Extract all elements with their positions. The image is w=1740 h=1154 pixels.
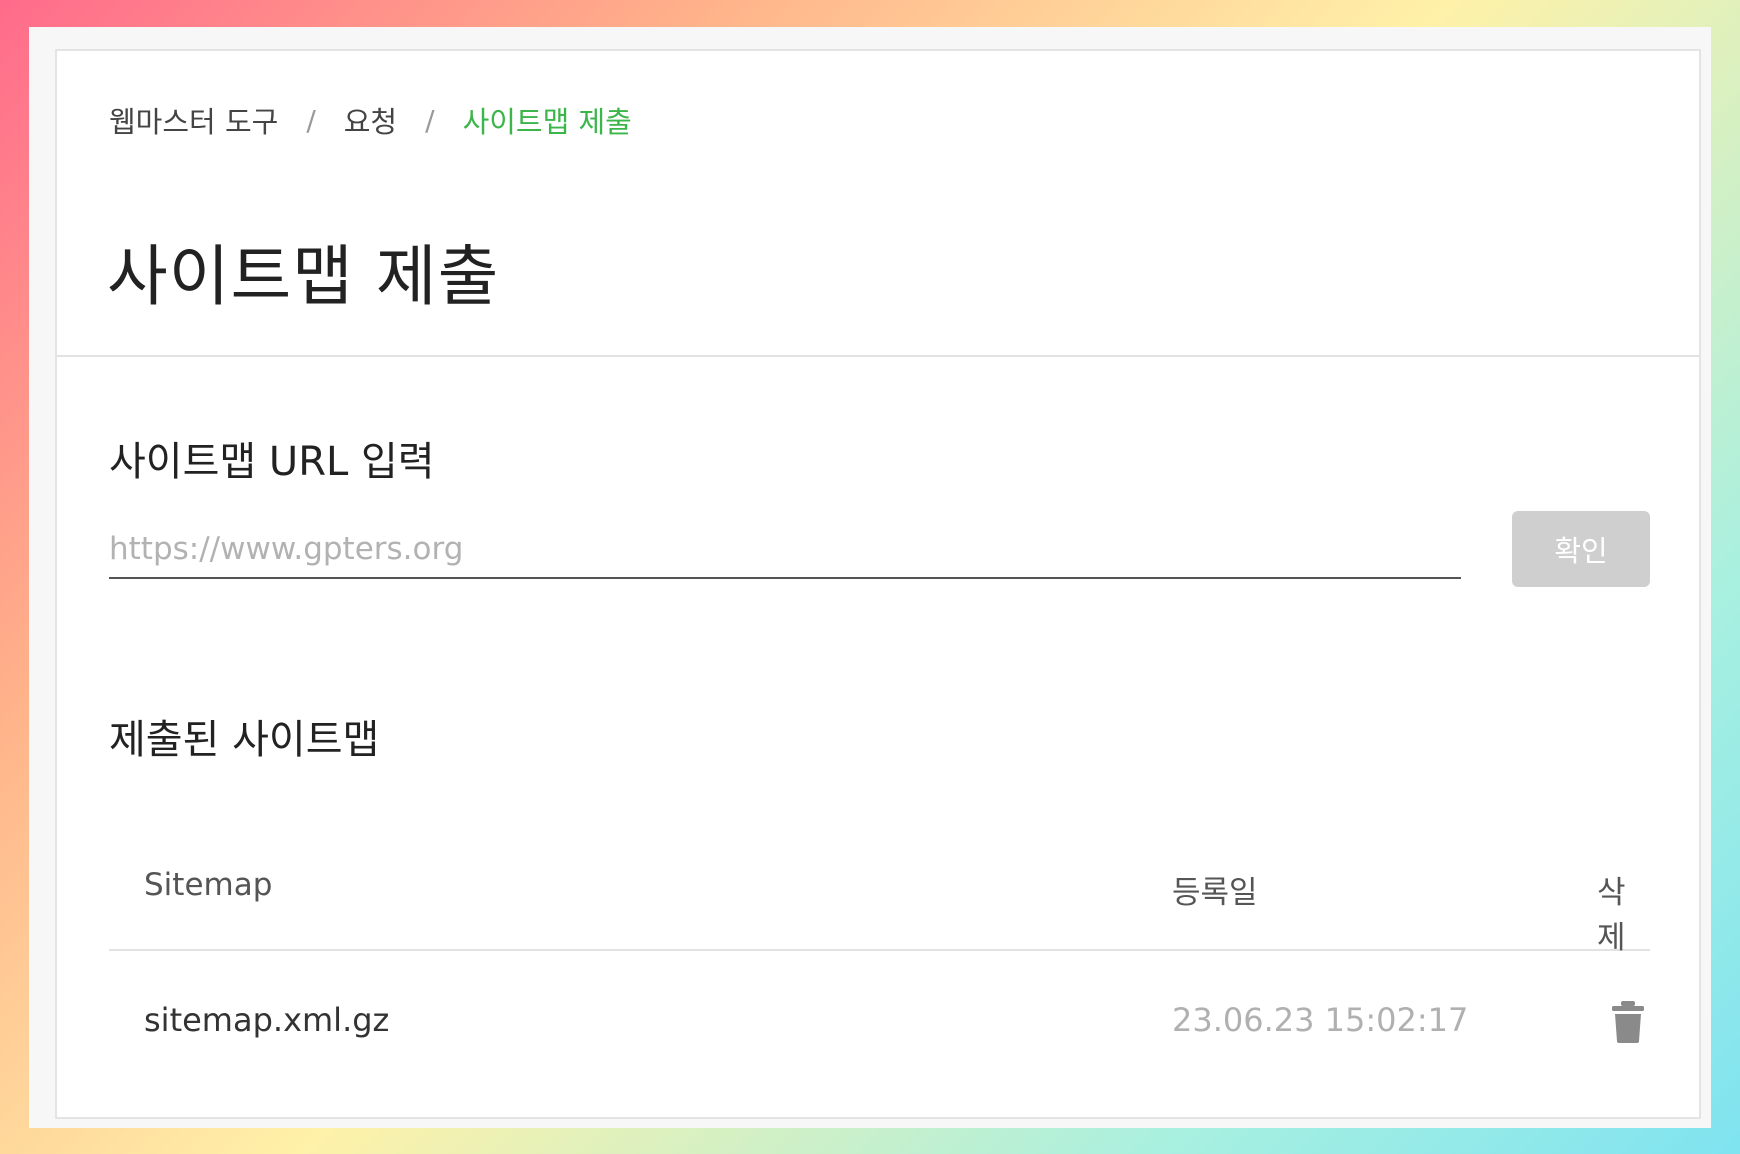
- column-header-sitemap: Sitemap: [144, 867, 273, 903]
- sitemap-url-input[interactable]: [109, 521, 1461, 579]
- breadcrumb-item-requests[interactable]: 요청: [344, 99, 397, 141]
- table-row: sitemap.xml.gz 23.06.23 15:02:17: [109, 951, 1650, 1081]
- sitemap-name: sitemap.xml.gz: [144, 1001, 390, 1039]
- page-title: 사이트맵 제출: [107, 238, 500, 315]
- column-header-date: 등록일: [1172, 875, 1258, 911]
- breadcrumb-current: 사이트맵 제출: [462, 105, 632, 139]
- table-header: Sitemap 등록일 삭제: [109, 841, 1650, 956]
- sitemap-url-section-title: 사이트맵 URL 입력: [109, 439, 435, 485]
- breadcrumb-separator: /: [306, 103, 316, 137]
- submitted-sitemaps-title: 제출된 사이트맵: [109, 717, 380, 763]
- sitemap-date: 23.06.23 15:02:17: [1172, 1001, 1469, 1039]
- breadcrumb-separator: /: [425, 103, 435, 137]
- main-card: 웹마스터 도구 / 요청 / 사이트맵 제출 사이트맵 제출 사이트맵 URL …: [55, 49, 1701, 1119]
- trash-icon[interactable]: [1612, 1001, 1644, 1043]
- breadcrumb: 웹마스터 도구 / 요청 / 사이트맵 제출: [109, 99, 632, 141]
- confirm-button[interactable]: 확인: [1512, 511, 1650, 587]
- sitemap-table: Sitemap 등록일 삭제 sitemap.xml.gz 23.06.23 1…: [109, 841, 1650, 1081]
- page-header: 웹마스터 도구 / 요청 / 사이트맵 제출 사이트맵 제출: [57, 51, 1699, 357]
- app-frame: 웹마스터 도구 / 요청 / 사이트맵 제출 사이트맵 제출 사이트맵 URL …: [29, 27, 1711, 1128]
- column-header-delete: 삭제: [1597, 875, 1626, 956]
- breadcrumb-item-webmaster-tools[interactable]: 웹마스터 도구: [109, 99, 278, 141]
